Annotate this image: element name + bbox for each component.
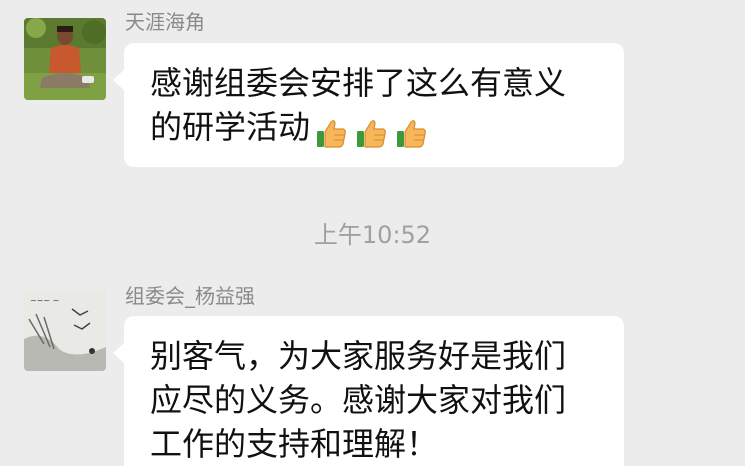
thumbs-up-icon (314, 116, 348, 150)
avatar-organizer[interactable]: ~~~ ~ (24, 289, 106, 371)
svg-text:~~~ ~: ~~~ ~ (30, 296, 59, 305)
message-bubble-2[interactable]: 别客气，为大家服务好是我们 应尽的义务。感谢大家对我们 工作的支持和理解！ (113, 316, 624, 466)
avatar-photo-person-on-grass (24, 18, 106, 100)
message-timestamp: 上午10:52 (313, 221, 432, 249)
thumbs-up-icon (394, 116, 428, 150)
sender-name: 天涯海角 (125, 10, 205, 34)
emoji-group (314, 109, 434, 153)
thumbs-up-icon (354, 116, 388, 150)
message-text-line: 工作的支持和理解！ (150, 425, 439, 463)
message-text-line: 应尽的义务。感谢大家对我们 (150, 381, 567, 419)
message-text-line-with-emoji: 的研学活动 (150, 105, 598, 153)
avatar-tianya[interactable] (24, 18, 106, 100)
message-bubble-1[interactable]: 感谢组委会安排了这么有意义 的研学活动 (113, 43, 624, 167)
sender-name: 组委会_杨益强 (125, 284, 255, 308)
avatar-ink-painting-cranes: ~~~ ~ (24, 289, 106, 371)
message-text-line: 感谢组委会安排了这么有意义 (150, 64, 567, 102)
message-text-line: 别客气，为大家服务好是我们 (150, 337, 567, 375)
message-text-line: 的研学活动 (150, 108, 311, 146)
